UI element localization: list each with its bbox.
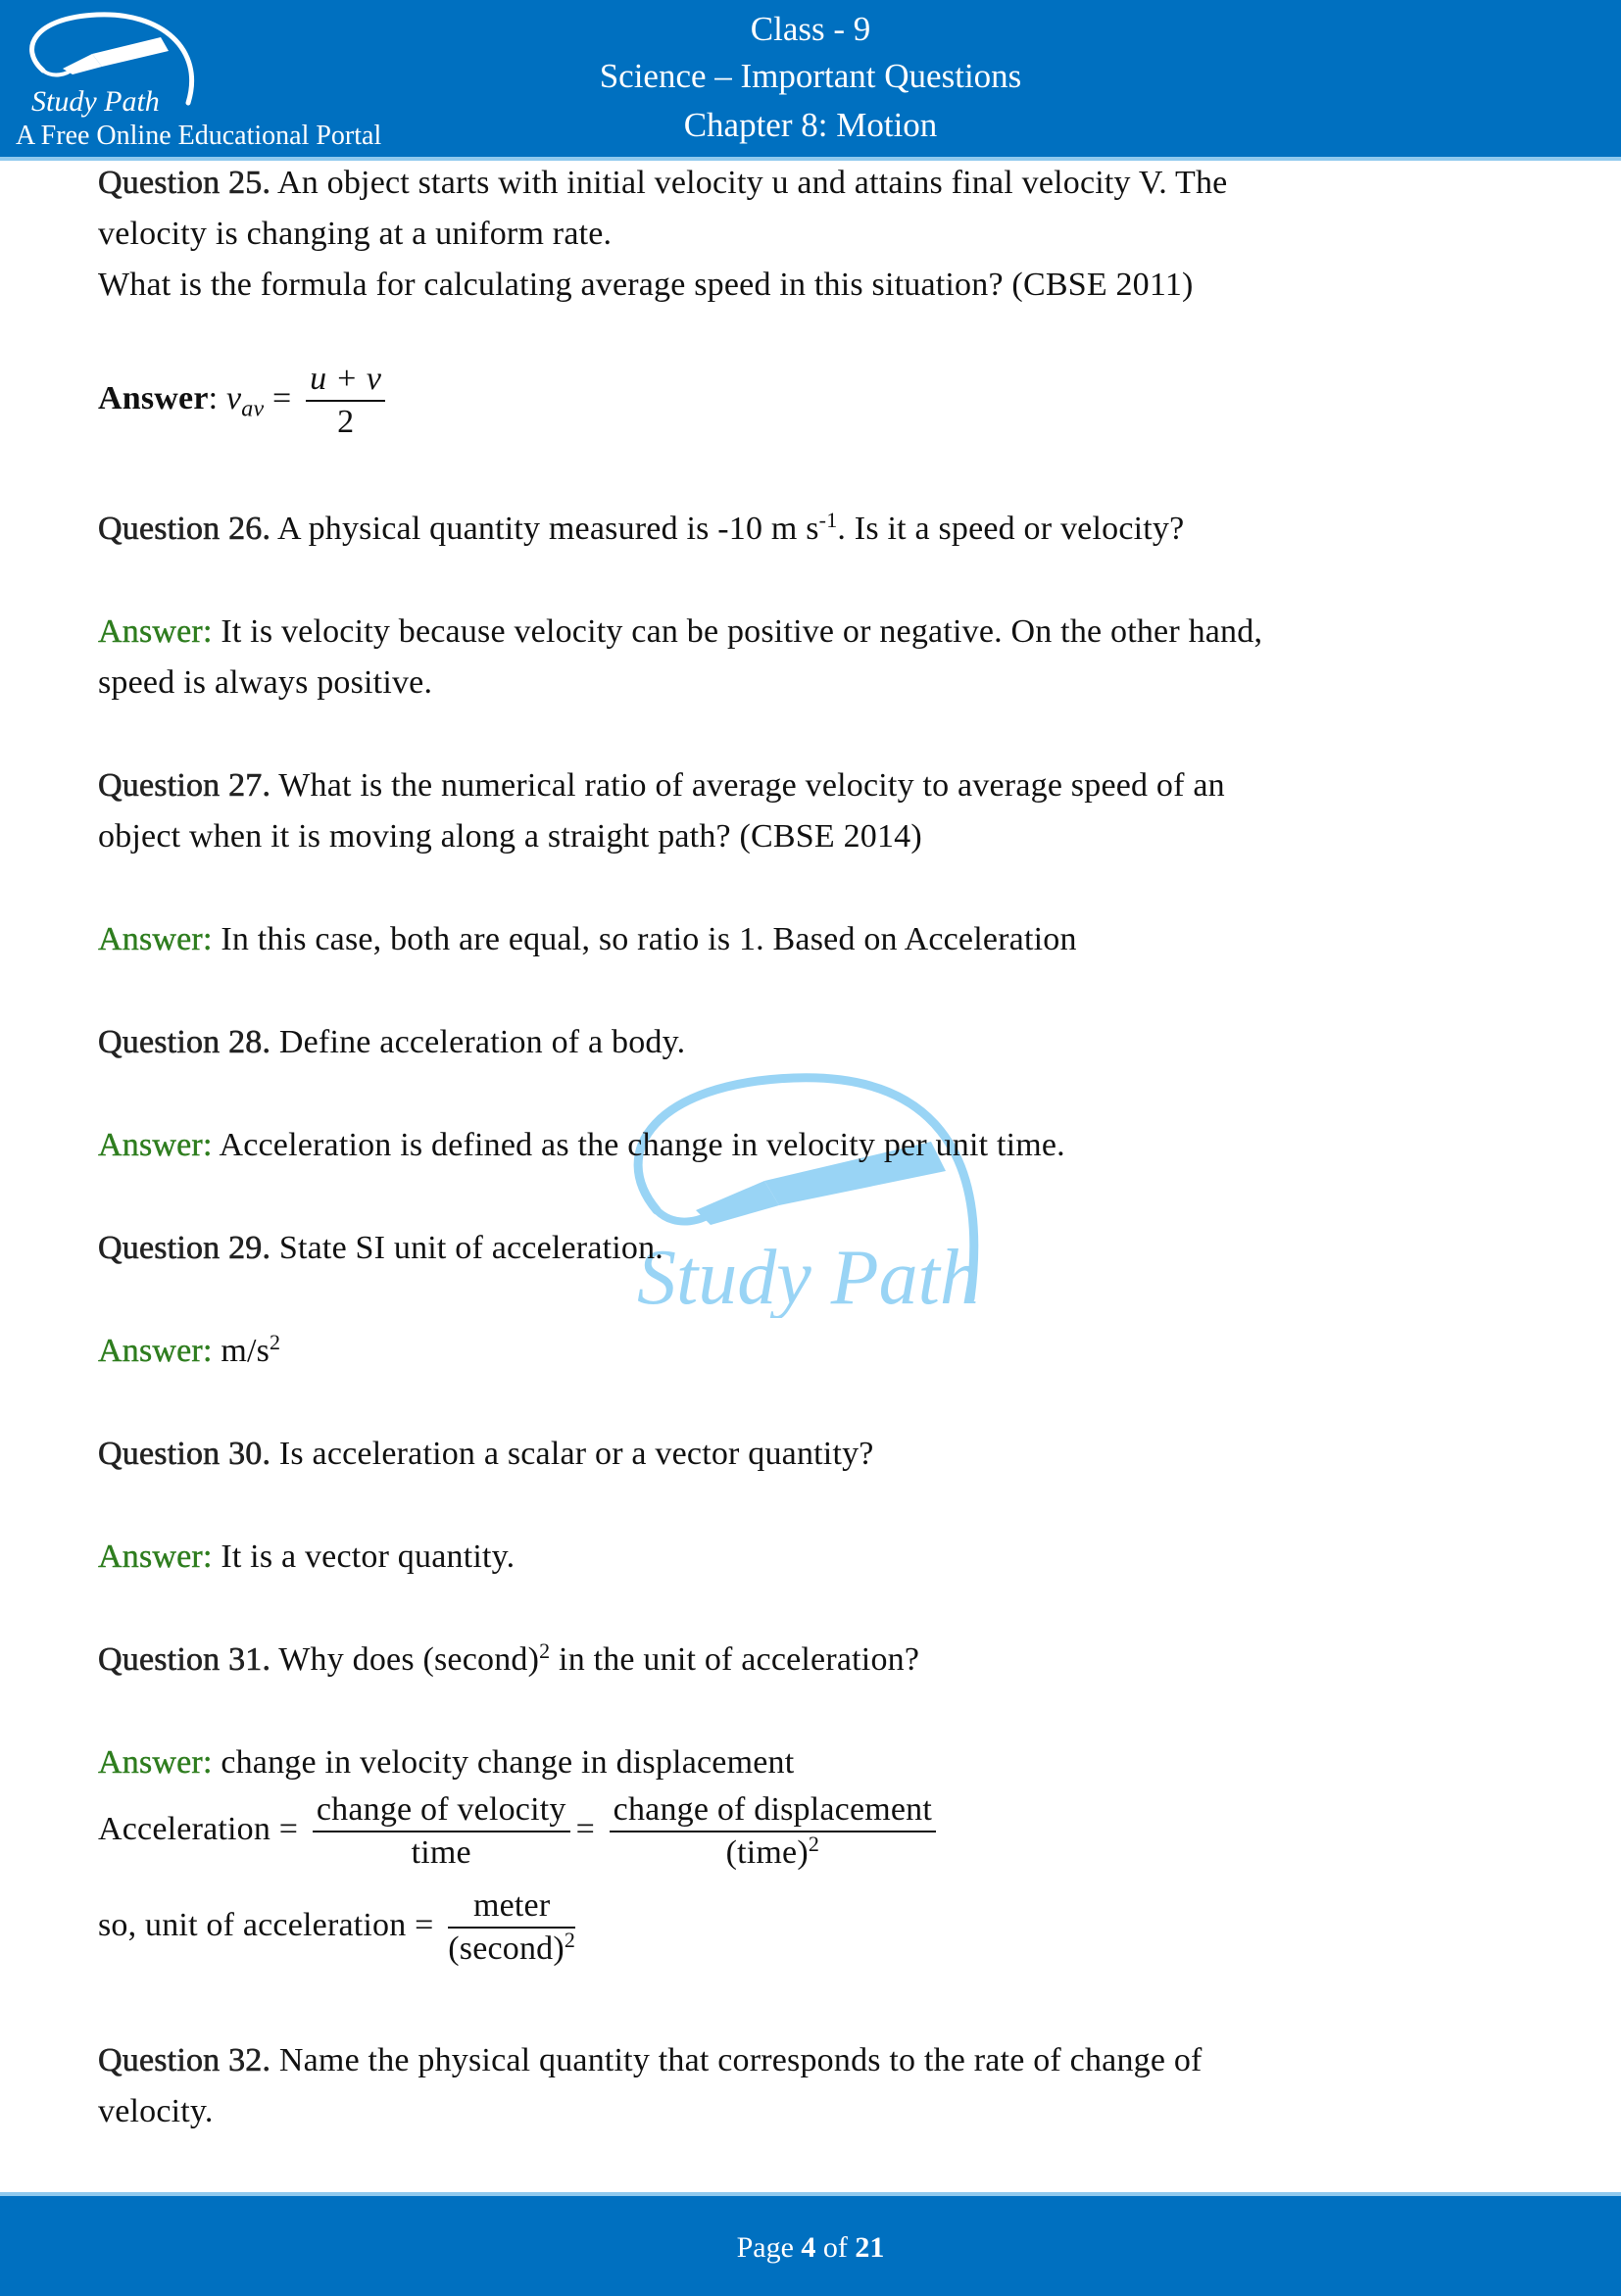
question-label: Question 31. bbox=[98, 1641, 271, 1679]
answer-text-line: speed is always positive. bbox=[98, 664, 433, 701]
formula-lhs: v bbox=[226, 379, 242, 416]
fraction: change of displacement (time)2 bbox=[609, 1791, 937, 1872]
equation-lhs: Acceleration = bbox=[98, 1810, 299, 1847]
superscript: -1 bbox=[818, 508, 838, 532]
acceleration-equation: Acceleration = change of velocity time =… bbox=[98, 1791, 942, 1872]
question-text-line: velocity. bbox=[98, 2093, 214, 2129]
answer-30: Answer: It is a vector quantity. bbox=[98, 1539, 515, 1576]
question-27: Question 27. What is the numerical ratio… bbox=[98, 767, 1225, 805]
question-text: What is the numerical ratio of average v… bbox=[278, 767, 1225, 804]
question-label: Question 30. bbox=[98, 1436, 271, 1473]
question-text: Define acceleration of a body. bbox=[278, 1024, 686, 1060]
page-number: Page 4 of 21 bbox=[0, 2231, 1621, 2265]
question-text-line: What is the formula for calculating aver… bbox=[98, 267, 1194, 303]
fraction-numerator: meter bbox=[448, 1887, 576, 1929]
answer-25: Answer: vav = u + v 2 bbox=[98, 361, 391, 441]
question-text: State SI unit of acceleration. bbox=[278, 1230, 664, 1266]
question-text-line: object when it is moving along a straigh… bbox=[98, 818, 922, 855]
question-26: Question 26. A physical quantity measure… bbox=[98, 508, 1185, 548]
answer-text: Acceleration is defined as the change in… bbox=[219, 1127, 1065, 1163]
watermark-text: Study Path bbox=[637, 1235, 979, 1318]
question-label: Question 25. bbox=[98, 165, 271, 202]
page-of: of bbox=[815, 2231, 856, 2264]
study-path-watermark-icon: Study Path bbox=[633, 1073, 979, 1318]
fraction: change of velocity time bbox=[312, 1791, 570, 1872]
unit-equation: so, unit of acceleration = meter (second… bbox=[98, 1887, 581, 1968]
question-29: Question 29. State SI unit of accelerati… bbox=[98, 1230, 663, 1267]
question-28: Question 28. Define acceleration of a bo… bbox=[98, 1024, 685, 1061]
answer-text: change in velocity change in displacemen… bbox=[221, 1744, 795, 1781]
equals-sign: = bbox=[575, 1810, 595, 1847]
answer-28: Answer: Acceleration is defined as the c… bbox=[98, 1127, 1065, 1164]
question-label: Question 26. bbox=[98, 511, 271, 548]
answer-text: In this case, both are equal, so ratio i… bbox=[221, 921, 1077, 957]
question-text: . Is it a speed or velocity? bbox=[837, 511, 1185, 547]
superscript: 2 bbox=[564, 1928, 576, 1952]
answer-text: It is velocity because velocity can be p… bbox=[221, 613, 1263, 650]
answer-label: Answer: bbox=[98, 1744, 213, 1781]
question-label: Question 28. bbox=[98, 1024, 271, 1061]
superscript: 2 bbox=[539, 1638, 551, 1663]
answer-label: Answer: bbox=[98, 1333, 213, 1369]
subject-title: Science – Important Questions bbox=[599, 57, 1022, 95]
question-text-line: velocity is changing at a uniform rate. bbox=[98, 216, 613, 252]
answer-label: Answer: bbox=[98, 1127, 213, 1163]
equation-lhs: so, unit of acceleration = bbox=[98, 1906, 434, 1943]
question-text: Name the physical quantity that correspo… bbox=[278, 2042, 1203, 2078]
question-30: Question 30. Is acceleration a scalar or… bbox=[98, 1436, 874, 1473]
question-31: Question 31. Why does (second)2 in the u… bbox=[98, 1638, 920, 1679]
question-text: A physical quantity measured is -10 m s bbox=[277, 511, 819, 547]
fraction-numerator: change of displacement bbox=[609, 1791, 937, 1832]
page-total: 21 bbox=[855, 2231, 885, 2264]
fraction: u + v 2 bbox=[306, 361, 386, 441]
fraction-denominator: time bbox=[411, 1834, 471, 1871]
page-current: 4 bbox=[801, 2231, 816, 2264]
question-32: Question 32. Name the physical quantity … bbox=[98, 2042, 1203, 2079]
question-text: in the unit of acceleration? bbox=[550, 1641, 920, 1678]
question-text: An object starts with initial velocity u… bbox=[277, 165, 1228, 201]
answer-label: Answer: bbox=[98, 1539, 213, 1575]
answer-26: Answer: It is velocity because velocity … bbox=[98, 613, 1262, 651]
question-25: Question 25. An object starts with initi… bbox=[98, 165, 1228, 202]
page-footer: Page 4 of 21 bbox=[0, 2192, 1621, 2296]
fraction-numerator: change of velocity bbox=[312, 1791, 570, 1832]
question-text: Is acceleration a scalar or a vector qua… bbox=[278, 1436, 874, 1472]
answer-text: It is a vector quantity. bbox=[221, 1539, 516, 1575]
denominator-base: (second) bbox=[448, 1930, 565, 1967]
answer-label: Answer: bbox=[98, 921, 213, 957]
question-label: Question 32. bbox=[98, 2042, 271, 2079]
question-text: Why does (second) bbox=[278, 1641, 540, 1678]
answer-29: Answer: m/s2 bbox=[98, 1330, 281, 1370]
question-label: Question 29. bbox=[98, 1230, 271, 1267]
fraction-numerator: u + v bbox=[306, 361, 386, 402]
fraction-denominator: (time)2 bbox=[610, 1832, 936, 1872]
chapter-title: Chapter 8: Motion bbox=[683, 106, 938, 144]
class-title: Class - 9 bbox=[750, 10, 871, 48]
superscript: 2 bbox=[808, 1832, 820, 1856]
answer-label: Answer: bbox=[98, 613, 213, 650]
page-header: Study Path A Free Online Educational Por… bbox=[0, 0, 1621, 161]
formula-subscript: av bbox=[241, 396, 265, 422]
answer-label: Answer bbox=[98, 379, 209, 416]
question-label: Question 27. bbox=[98, 767, 271, 805]
answer-text: m/s bbox=[221, 1333, 270, 1369]
superscript: 2 bbox=[270, 1330, 281, 1354]
page-prefix: Page bbox=[736, 2231, 802, 2264]
answer-31: Answer: change in velocity change in dis… bbox=[98, 1744, 794, 1782]
answer-27: Answer: In this case, both are equal, so… bbox=[98, 921, 1077, 958]
fraction-denominator: (second)2 bbox=[448, 1929, 575, 1968]
fraction-denominator: 2 bbox=[337, 404, 355, 440]
fraction: meter (second)2 bbox=[448, 1887, 576, 1968]
denominator-base: (time) bbox=[725, 1834, 809, 1871]
